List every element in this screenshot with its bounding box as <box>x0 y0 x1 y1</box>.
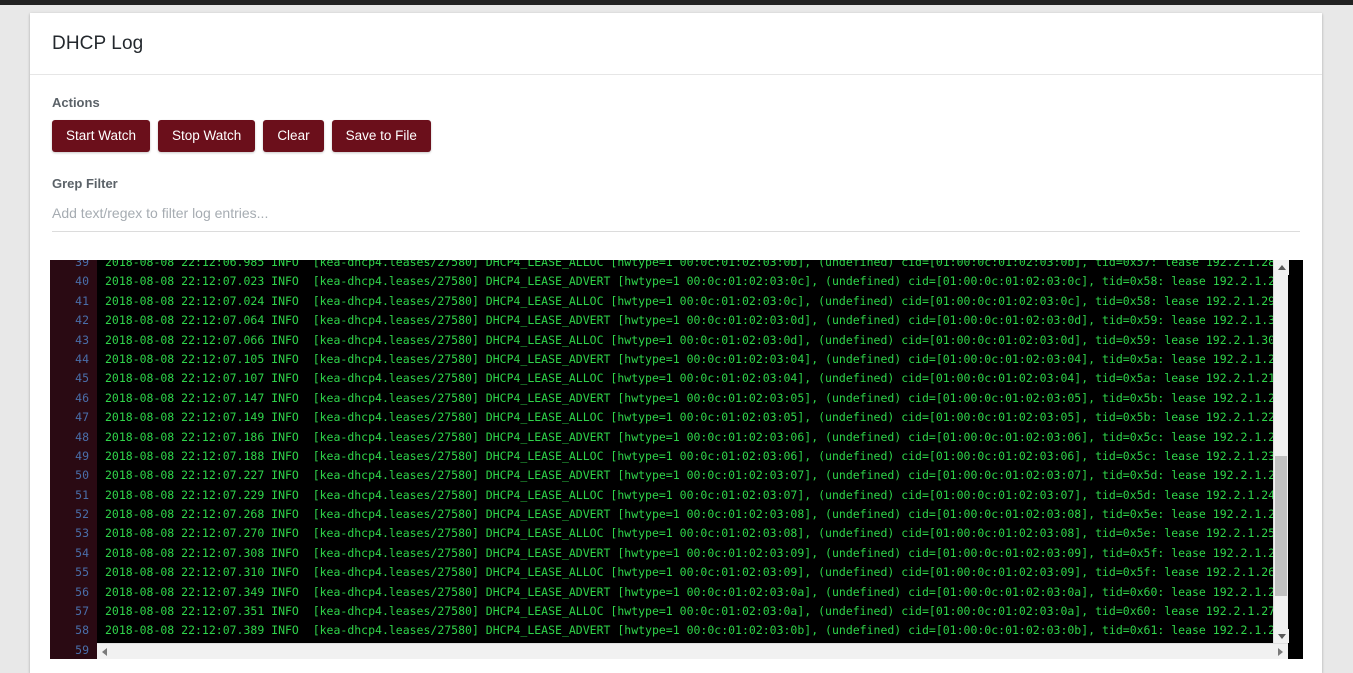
log-line-text: 2018-08-08 22:12:07.024 INFO [kea-dhcp4.… <box>97 291 1288 312</box>
log-line: 40 2018-08-08 22:12:07.023 INFO [kea-dhcp… <box>50 272 1288 292</box>
log-line-number: 41 <box>50 291 97 312</box>
log-line: 43 2018-08-08 22:12:07.066 INFO [kea-dhcp… <box>50 330 1288 350</box>
log-line-number: 49 <box>50 446 97 467</box>
log-line: 53 2018-08-08 22:12:07.270 INFO [kea-dhcp… <box>50 524 1288 544</box>
actions-label: Actions <box>52 95 100 110</box>
stop-watch-button[interactable]: Stop Watch <box>158 120 256 152</box>
log-line-text: 2018-08-08 22:12:07.351 INFO [kea-dhcp4.… <box>97 602 1288 622</box>
log-line: 44 2018-08-08 22:12:07.105 INFO [kea-dhcp… <box>50 349 1288 370</box>
log-scroll-area[interactable]: 39 2018-08-08 22:12:06.985 INFO [kea-dhcp… <box>50 260 1288 659</box>
log-line-number: 54 <box>50 543 97 564</box>
scroll-right-arrow-icon[interactable] <box>1273 644 1288 659</box>
log-line-text: 2018-08-08 22:12:07.268 INFO [kea-dhcp4.… <box>97 505 1288 525</box>
log-line-number: 59 <box>50 640 97 659</box>
log-line-number: 47 <box>50 408 97 428</box>
log-line-text: 2018-08-08 22:12:07.310 INFO [kea-dhcp4.… <box>97 563 1288 583</box>
log-line: 48 2018-08-08 22:12:07.186 INFO [kea-dhcp… <box>50 427 1288 447</box>
log-line: 39 2018-08-08 22:12:06.985 INFO [kea-dhcp… <box>50 260 1288 273</box>
grep-filter-label: Grep Filter <box>52 175 118 191</box>
scroll-down-arrow-icon[interactable] <box>1274 629 1289 644</box>
log-line-number: 50 <box>50 466 97 486</box>
log-line-text: 2018-08-08 22:12:06.985 INFO [kea-dhcp4.… <box>97 260 1288 273</box>
scroll-left-arrow-icon[interactable] <box>97 644 112 659</box>
clear-button[interactable]: Clear <box>263 120 324 152</box>
log-line: 49 2018-08-08 22:12:07.188 INFO [kea-dhcp… <box>50 446 1288 467</box>
log-line: 42 2018-08-08 22:12:07.064 INFO [kea-dhcp… <box>50 311 1288 331</box>
log-line-text: 2018-08-08 22:12:07.105 INFO [kea-dhcp4.… <box>97 349 1288 370</box>
log-line-number: 39 <box>50 260 97 273</box>
log-line-number: 42 <box>50 311 97 331</box>
card-header: DHCP Log <box>30 13 1322 75</box>
log-vertical-scrollbar[interactable] <box>1273 260 1289 644</box>
log-line: 45 2018-08-08 22:12:07.107 INFO [kea-dhcp… <box>50 369 1288 389</box>
log-line-text: 2018-08-08 22:12:07.186 INFO [kea-dhcp4.… <box>97 427 1288 447</box>
log-line-number: 52 <box>50 505 97 525</box>
log-line-number: 57 <box>50 602 97 622</box>
scroll-up-arrow-icon[interactable] <box>1274 260 1289 275</box>
log-line-number: 40 <box>50 272 97 292</box>
log-line-text: 2018-08-08 22:12:07.270 INFO [kea-dhcp4.… <box>97 524 1288 544</box>
actions-row: Start Watch Stop Watch Clear Save to Fil… <box>52 120 1300 152</box>
log-line-text: 2018-08-08 22:12:07.147 INFO [kea-dhcp4.… <box>97 388 1288 409</box>
log-line: 56 2018-08-08 22:12:07.349 INFO [kea-dhcp… <box>50 582 1288 603</box>
vertical-scroll-thumb[interactable] <box>1275 456 1287 596</box>
log-line-text: 2018-08-08 22:12:07.107 INFO [kea-dhcp4.… <box>97 369 1288 389</box>
log-line-text: 2018-08-08 22:12:07.023 INFO [kea-dhcp4.… <box>97 272 1288 292</box>
log-line-text: 2018-08-08 22:12:07.066 INFO [kea-dhcp4.… <box>97 330 1288 350</box>
log-line-number: 58 <box>50 621 97 641</box>
log-horizontal-scrollbar[interactable] <box>97 643 1288 659</box>
log-line-number: 51 <box>50 485 97 506</box>
log-line: 54 2018-08-08 22:12:07.308 INFO [kea-dhcp… <box>50 543 1288 564</box>
page-background: DHCP Log Actions Start Watch Stop Watch … <box>0 5 1353 673</box>
log-line-text: 2018-08-08 22:12:07.389 INFO [kea-dhcp4.… <box>97 621 1288 641</box>
log-line-text: 2018-08-08 22:12:07.349 INFO [kea-dhcp4.… <box>97 582 1288 603</box>
log-line-text: 2018-08-08 22:12:07.227 INFO [kea-dhcp4.… <box>97 466 1288 486</box>
log-line-text: 2018-08-08 22:12:07.064 INFO [kea-dhcp4.… <box>97 311 1288 331</box>
log-line: 51 2018-08-08 22:12:07.229 INFO [kea-dhcp… <box>50 485 1288 506</box>
log-line: 41 2018-08-08 22:12:07.024 INFO [kea-dhcp… <box>50 291 1288 312</box>
log-line-text: 2018-08-08 22:12:07.149 INFO [kea-dhcp4.… <box>97 408 1288 428</box>
start-watch-button[interactable]: Start Watch <box>52 120 151 152</box>
log-line: 50 2018-08-08 22:12:07.227 INFO [kea-dhcp… <box>50 466 1288 486</box>
page-title: DHCP Log <box>52 32 144 54</box>
log-line-text: 2018-08-08 22:12:07.229 INFO [kea-dhcp4.… <box>97 485 1288 506</box>
card-body: Actions Start Watch Stop Watch Clear Sav… <box>30 75 1322 232</box>
log-line-text: 2018-08-08 22:12:07.188 INFO [kea-dhcp4.… <box>97 446 1288 467</box>
log-line: 57 2018-08-08 22:12:07.351 INFO [kea-dhcp… <box>50 602 1288 622</box>
log-line-number: 45 <box>50 369 97 389</box>
log-line-number: 44 <box>50 349 97 370</box>
log-line-number: 53 <box>50 524 97 544</box>
log-lines-container: 39 2018-08-08 22:12:06.985 INFO [kea-dhcp… <box>50 260 1288 659</box>
log-line-number: 55 <box>50 563 97 583</box>
log-line-text: 2018-08-08 22:12:07.308 INFO [kea-dhcp4.… <box>97 543 1288 564</box>
log-line-number: 56 <box>50 582 97 603</box>
log-viewer[interactable]: 39 2018-08-08 22:12:06.985 INFO [kea-dhcp… <box>50 260 1303 659</box>
log-line-number: 48 <box>50 427 97 447</box>
log-line-number: 43 <box>50 330 97 350</box>
log-line-number: 46 <box>50 388 97 409</box>
log-line: 46 2018-08-08 22:12:07.147 INFO [kea-dhcp… <box>50 388 1288 409</box>
log-line: 58 2018-08-08 22:12:07.389 INFO [kea-dhcp… <box>50 621 1288 641</box>
save-to-file-button[interactable]: Save to File <box>331 120 431 152</box>
log-line: 52 2018-08-08 22:12:07.268 INFO [kea-dhcp… <box>50 505 1288 525</box>
grep-filter-input[interactable] <box>52 200 1300 232</box>
log-line: 47 2018-08-08 22:12:07.149 INFO [kea-dhcp… <box>50 408 1288 428</box>
scrollbar-corner <box>1288 643 1303 659</box>
log-line: 55 2018-08-08 22:12:07.310 INFO [kea-dhcp… <box>50 563 1288 583</box>
